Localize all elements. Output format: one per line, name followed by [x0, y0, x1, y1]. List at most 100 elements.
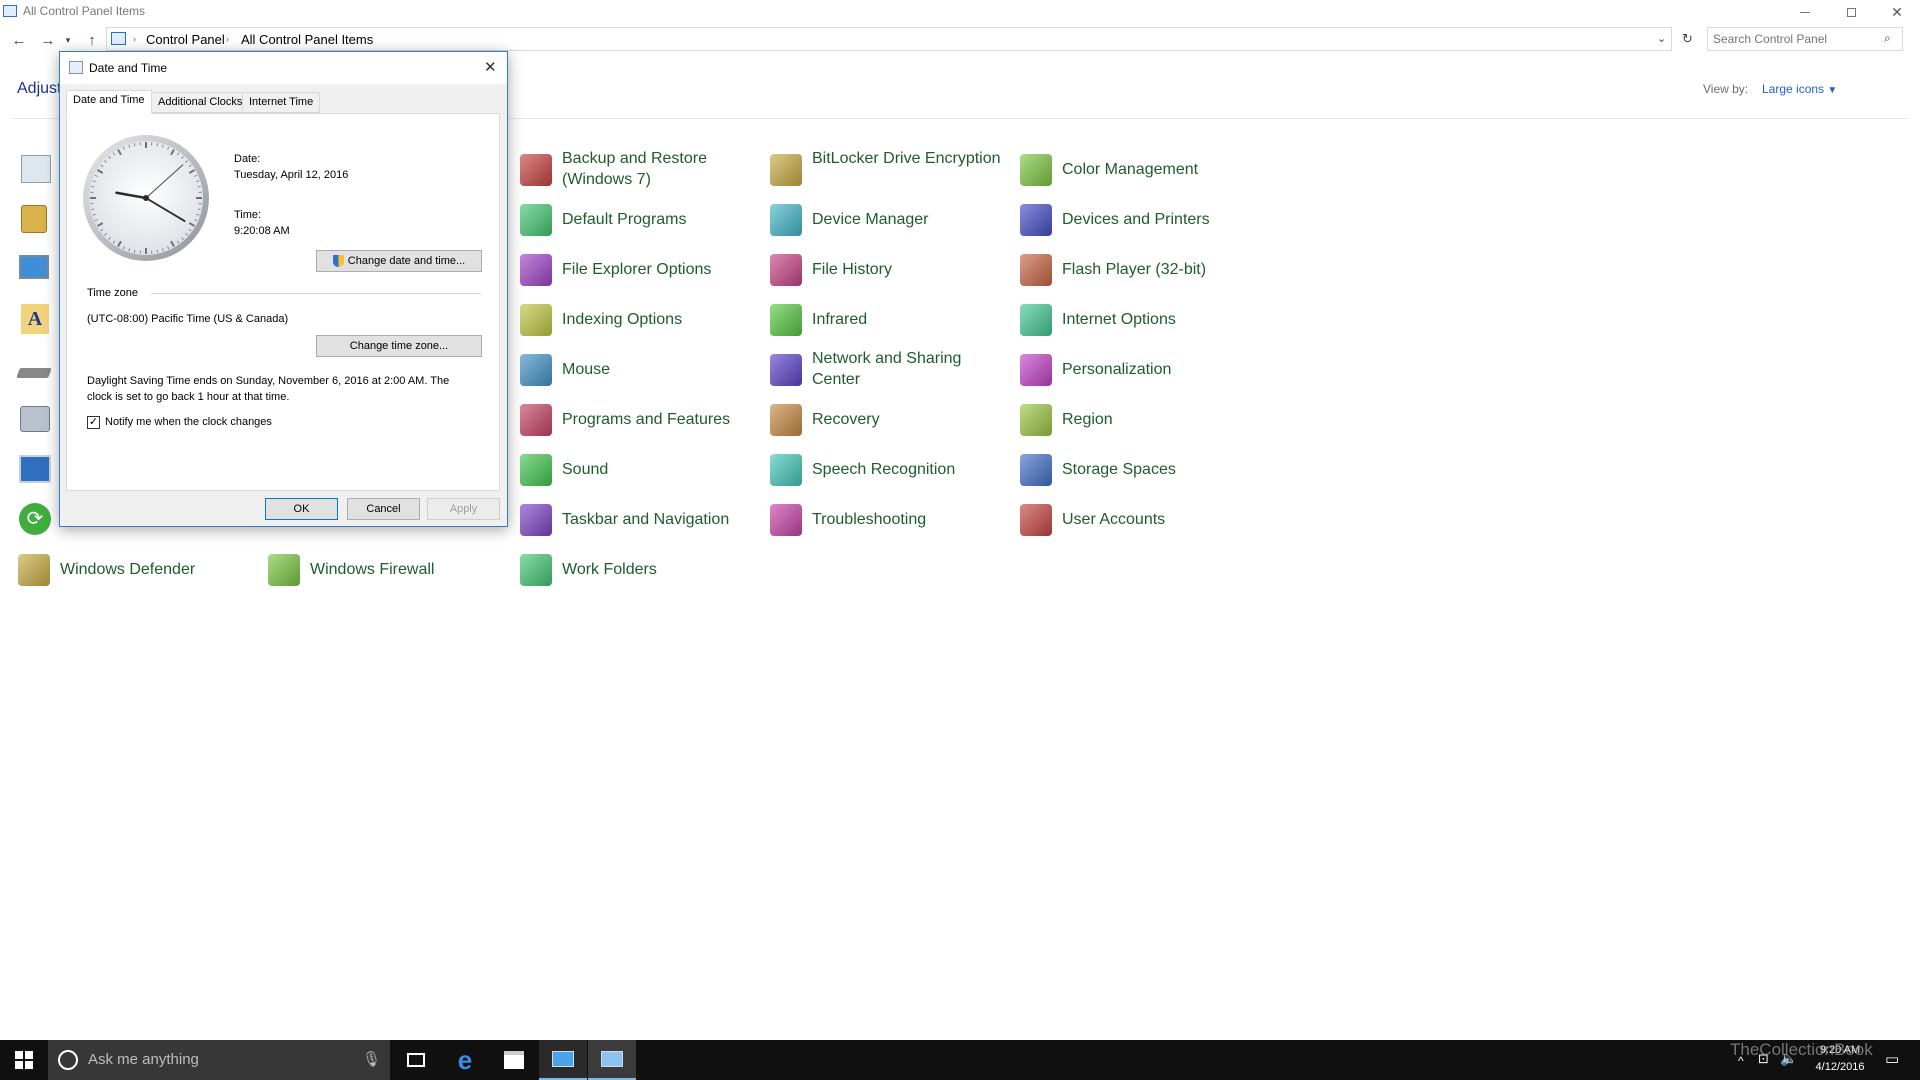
checkmark-icon: ✓ [88, 416, 99, 428]
control-panel-taskbar-button[interactable] [539, 1040, 587, 1080]
search-box[interactable]: ⌕ [1707, 27, 1903, 51]
control-panel-item[interactable]: User Accounts [1020, 498, 1260, 542]
microphone-icon[interactable]: 🎙 [362, 1050, 381, 1068]
edge-taskbar-button[interactable]: e [441, 1040, 489, 1080]
address-dropdown-icon[interactable]: ⌄ [1657, 32, 1666, 45]
store-taskbar-button[interactable] [490, 1040, 538, 1080]
dst-notice-line2: clock is set to go back 1 hour at that t… [87, 391, 290, 403]
control-panel-item[interactable]: Programs and Features [520, 398, 760, 442]
display-icon[interactable] [19, 255, 49, 279]
control-panel-item[interactable]: Infrared [770, 298, 1010, 342]
apply-button[interactable]: Apply [427, 498, 500, 520]
recent-locations-button[interactable]: ▾ [62, 30, 74, 50]
storage-spaces-icon [1020, 454, 1052, 486]
uac-shield-icon [332, 255, 344, 267]
administrative-tools-icon[interactable] [21, 155, 51, 183]
minimize-button[interactable] [1782, 0, 1828, 24]
ok-button[interactable]: OK [265, 498, 338, 520]
file-history-icon [770, 254, 802, 286]
control-panel-item[interactable]: Device Manager [770, 198, 1010, 242]
view-by-dropdown[interactable]: Large icons ▼ [1762, 82, 1837, 96]
region-icon [1020, 404, 1052, 436]
close-button[interactable]: ✕ [1874, 0, 1920, 24]
windows-defender-icon [18, 554, 50, 586]
control-panel-icon [111, 32, 126, 45]
user-accounts-icon [1020, 504, 1052, 536]
date-time-taskbar-button[interactable] [588, 1040, 636, 1080]
restore-button[interactable] [1828, 0, 1874, 24]
control-panel-item[interactable]: Indexing Options [520, 298, 760, 342]
sync-center-icon[interactable]: ⟳ [19, 503, 51, 535]
control-panel-item[interactable]: Troubleshooting [770, 498, 1010, 542]
task-view-button[interactable] [392, 1040, 440, 1080]
infrared-icon [770, 304, 802, 336]
control-panel-item-label: Mouse [562, 361, 611, 378]
control-panel-item[interactable]: Windows Firewall [268, 548, 508, 592]
action-center-icon[interactable]: ▭ [1885, 1050, 1899, 1068]
control-panel-item[interactable]: File History [770, 248, 1010, 292]
forward-arrow-icon: → [40, 31, 56, 49]
breadcrumb-control-panel[interactable]: Control Panel [146, 32, 225, 47]
address-bar[interactable]: › Control Panel › All Control Panel Item… [106, 27, 1693, 51]
notify-checkbox[interactable]: ✓ [87, 416, 100, 429]
control-panel-item[interactable]: Network and Sharing Center [770, 348, 1010, 392]
control-panel-item-label: Device Manager [812, 211, 929, 228]
tab-panel: Date: Tuesday, April 12, 2016 Time: 9:20… [66, 113, 500, 491]
autoplay-icon[interactable] [21, 205, 47, 233]
keyboard-icon[interactable] [16, 368, 52, 378]
cortana-search-box[interactable]: Ask me anything 🎙 [48, 1040, 390, 1080]
control-panel-item[interactable]: Taskbar and Navigation [520, 498, 760, 542]
phone-modem-icon[interactable] [20, 406, 50, 432]
control-panel-item-label: File History [812, 261, 893, 278]
control-panel-item-label: Personalization [1062, 361, 1172, 378]
control-panel-item[interactable]: Backup and Restore (Windows 7) [520, 148, 760, 192]
change-time-zone-button[interactable]: Change time zone... [316, 335, 482, 357]
control-panel-item-label: Taskbar and Navigation [562, 511, 730, 528]
control-panel-item[interactable]: Personalization [1020, 348, 1260, 392]
control-panel-item[interactable]: Sound [520, 448, 760, 492]
forward-button[interactable]: → [38, 30, 58, 50]
cortana-circle-icon [58, 1050, 78, 1070]
tab-additional-clocks[interactable]: Additional Clocks [151, 92, 250, 113]
bitlocker-icon [770, 154, 802, 186]
control-panel-item[interactable]: Storage Spaces [1020, 448, 1260, 492]
control-panel-item[interactable]: Windows Defender [18, 548, 258, 592]
back-button[interactable]: ← [9, 30, 29, 50]
control-panel-item[interactable]: Recovery [770, 398, 1010, 442]
control-panel-item[interactable]: Default Programs [520, 198, 760, 242]
search-icon[interactable]: ⌕ [1884, 31, 1891, 46]
change-date-time-button[interactable]: Change date and time... [316, 250, 482, 272]
control-panel-item[interactable]: BitLocker Drive Encryption [770, 148, 1010, 192]
recovery-icon [770, 404, 802, 436]
control-panel-item[interactable]: Region [1020, 398, 1260, 442]
date-time-icon [601, 1051, 623, 1067]
refresh-icon[interactable]: ↻ [1682, 31, 1693, 47]
breadcrumb-separator: › [133, 34, 136, 44]
control-panel-item[interactable]: Color Management [1020, 148, 1260, 192]
remoteapp-icon[interactable] [19, 455, 51, 483]
start-button[interactable] [0, 1040, 48, 1080]
cancel-button[interactable]: Cancel [347, 498, 420, 520]
control-panel-item[interactable]: File Explorer Options [520, 248, 760, 292]
up-button[interactable]: ↑ [82, 30, 102, 50]
search-input[interactable] [1713, 31, 1877, 47]
mouse-icon [520, 354, 552, 386]
control-panel-item-label: User Accounts [1062, 511, 1166, 528]
cortana-placeholder: Ask me anything [88, 1051, 199, 1068]
control-panel-item[interactable]: Devices and Printers [1020, 198, 1260, 242]
indexing-options-icon [520, 304, 552, 336]
control-panel-item[interactable]: Speech Recognition [770, 448, 1010, 492]
dialog-close-icon[interactable]: ✕ [484, 58, 497, 76]
control-panel-item[interactable]: Mouse [520, 348, 760, 392]
date-label: Date: [234, 153, 261, 165]
control-panel-item[interactable]: Flash Player (32-bit) [1020, 248, 1260, 292]
fonts-icon[interactable]: A [21, 304, 49, 334]
time-value: 9:20:08 AM [234, 225, 290, 237]
control-panel-item[interactable]: Work Folders [520, 548, 760, 592]
watermark: TheCollectionBook [1730, 1040, 1873, 1059]
tab-internet-time[interactable]: Internet Time [242, 92, 321, 113]
control-panel-item-label: BitLocker Drive Encryption [812, 150, 1001, 167]
breadcrumb-all-items[interactable]: All Control Panel Items [241, 32, 373, 47]
control-panel-item[interactable]: Internet Options [1020, 298, 1260, 342]
tab-date-and-time[interactable]: Date and Time [66, 90, 152, 114]
